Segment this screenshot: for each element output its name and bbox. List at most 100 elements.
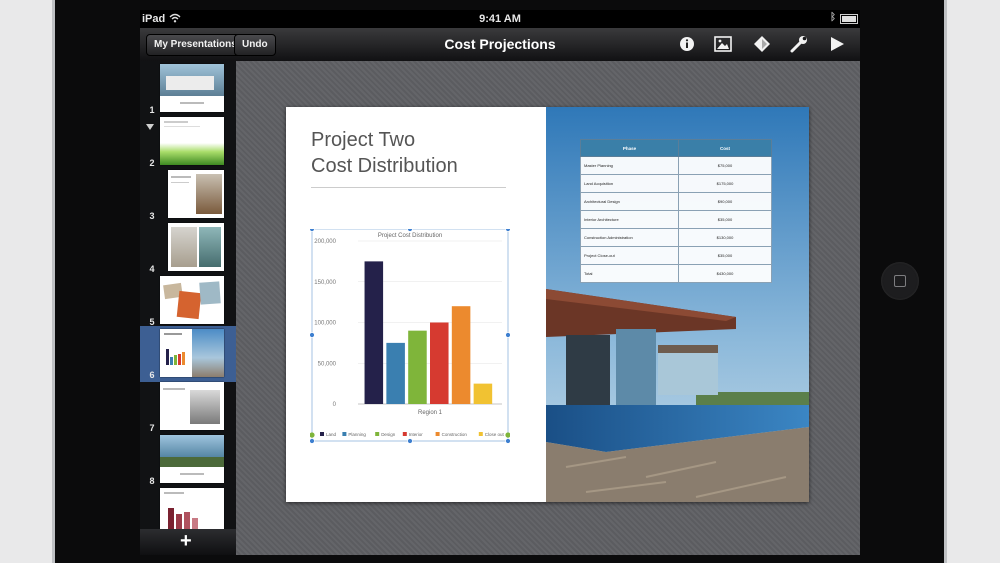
legend-swatch — [375, 432, 380, 436]
legend-label: Close out — [485, 432, 505, 437]
table-cell: $35,000 — [678, 246, 772, 265]
table-cell: Construction Administration — [580, 228, 679, 247]
plus-icon: + — [180, 530, 192, 552]
status-time: 9:41 AM — [479, 13, 521, 25]
slide-thumbnail — [168, 223, 224, 271]
wrench-icon[interactable] — [788, 34, 810, 54]
slide-canvas: Project Two Cost Distribution Project Co… — [236, 61, 860, 555]
legend-label: Construction — [442, 432, 468, 437]
slide-title[interactable]: Project Two Cost Distribution — [311, 127, 531, 179]
cost-table[interactable]: Phase Cost Master Planning $75,000 Land A… — [580, 139, 772, 283]
table-cell: $130,000 — [678, 228, 772, 247]
chart-bar — [408, 330, 427, 404]
y-tick-label: 0 — [333, 402, 337, 408]
legend-label: Interior — [409, 432, 424, 437]
legend-swatch — [478, 432, 483, 436]
table-cell: $75,000 — [678, 156, 772, 175]
legend-swatch — [435, 432, 440, 436]
slide-thumb-2[interactable]: 2 — [140, 114, 236, 170]
slide-thumb-3[interactable]: 3 — [140, 167, 236, 223]
slide-thumbnail — [160, 117, 224, 165]
table-cell: $90,000 — [678, 192, 772, 211]
shapes-icon[interactable] — [751, 34, 773, 54]
disclosure-triangle-icon[interactable] — [146, 124, 154, 130]
chart-bar — [386, 342, 405, 404]
chart-title: Project Cost Distribution — [378, 233, 442, 239]
legend-swatch — [402, 432, 407, 436]
table-cell: $35,000 — [678, 210, 772, 229]
slide-thumb-4[interactable]: 4 — [140, 220, 236, 276]
selection-handle — [310, 229, 315, 232]
slide-thumb-1[interactable]: 1 — [140, 61, 236, 117]
legend-swatch — [342, 432, 347, 436]
slide-title-line-2: Cost Distribution — [311, 155, 458, 177]
selection-handle — [310, 332, 315, 338]
x-category-label: Region 1 — [418, 410, 443, 416]
chart-bar — [430, 322, 449, 404]
home-button[interactable] — [881, 262, 919, 300]
ipad-screen: iPad 9:41 AM ᛒ My Presentations Undo Cos… — [140, 10, 860, 555]
chart-bar — [451, 306, 471, 404]
slide-navigator: 1 2 3 4 5 6 7 8 + — [140, 61, 236, 555]
y-tick-label: 150,000 — [314, 280, 336, 286]
media-icon[interactable] — [712, 34, 734, 54]
table-header: Cost — [678, 139, 772, 157]
battery-icon — [840, 14, 858, 24]
selection-handle — [310, 438, 315, 444]
selection-handle — [505, 229, 510, 232]
chart-svg: Project Cost Distribution 0 50,000 100,000 1… — [310, 229, 510, 444]
home-square-icon — [894, 275, 906, 287]
chart-bar — [364, 261, 384, 404]
status-bar: iPad 9:41 AM ᛒ — [140, 10, 860, 28]
legend-label: Planning — [348, 432, 366, 437]
info-icon[interactable] — [676, 34, 698, 54]
add-slide-button[interactable]: + — [140, 529, 236, 555]
table-cell: Architectural Design — [580, 192, 679, 211]
table-row: Land Acquisition $175,000 — [580, 174, 772, 193]
table-header-row: Phase Cost — [580, 139, 772, 157]
y-tick-label: 200,000 — [314, 239, 336, 245]
slide-thumbnail — [160, 329, 224, 377]
table-row: Project Close-out $35,000 — [580, 246, 772, 265]
slide-thumbnail — [160, 64, 224, 112]
table-row: Construction Administration $130,000 — [580, 228, 772, 247]
selection-handle — [505, 332, 510, 338]
chart-bar — [473, 383, 493, 404]
slide-thumbnail — [168, 170, 224, 218]
legend-label: Land — [326, 432, 337, 437]
table-cell: Project Close-out — [580, 246, 679, 265]
table-row: Total $430,000 — [580, 264, 772, 283]
table-cell: Master Planning — [580, 156, 679, 175]
y-tick-label: 100,000 — [314, 321, 336, 327]
slide-thumbnail — [160, 382, 224, 430]
slide-thumbnail — [160, 276, 224, 324]
slide-thumb-5[interactable]: 5 — [140, 273, 236, 329]
selection-handle — [407, 438, 413, 444]
legend-handle — [505, 432, 510, 438]
table-cell: $430,000 — [678, 264, 772, 283]
slide-thumb-8[interactable]: 8 — [140, 432, 236, 488]
selection-handle — [505, 438, 510, 444]
toolbar: My Presentations Undo Cost Projections — [140, 28, 860, 62]
legend-label: Design — [381, 432, 396, 437]
table-row: Master Planning $75,000 — [580, 156, 772, 175]
bar-chart[interactable]: Project Cost Distribution 0 50,000 100,000 1… — [310, 229, 510, 444]
table-cell: Land Acquisition — [580, 174, 679, 193]
bluetooth-icon: ᛒ — [830, 12, 836, 23]
title-divider — [311, 187, 506, 188]
table-cell: Interior Architecture — [580, 210, 679, 229]
table-header: Phase — [580, 139, 679, 157]
table-row: Interior Architecture $35,000 — [580, 210, 772, 229]
slide-thumbnail — [160, 435, 224, 483]
selection-handle — [407, 229, 413, 232]
slide-title-line-1: Project Two — [311, 129, 416, 151]
slide-thumb-6[interactable]: 6 — [140, 326, 236, 382]
legend-swatch — [320, 432, 324, 436]
table-row: Architectural Design $90,000 — [580, 192, 772, 211]
slide-thumb-7[interactable]: 7 — [140, 379, 236, 435]
slide-6[interactable]: Project Two Cost Distribution Project Co… — [286, 107, 809, 502]
play-icon[interactable] — [826, 34, 848, 54]
y-tick-label: 50,000 — [318, 361, 337, 367]
table-cell: Total — [580, 264, 679, 283]
legend-handle — [310, 432, 315, 438]
